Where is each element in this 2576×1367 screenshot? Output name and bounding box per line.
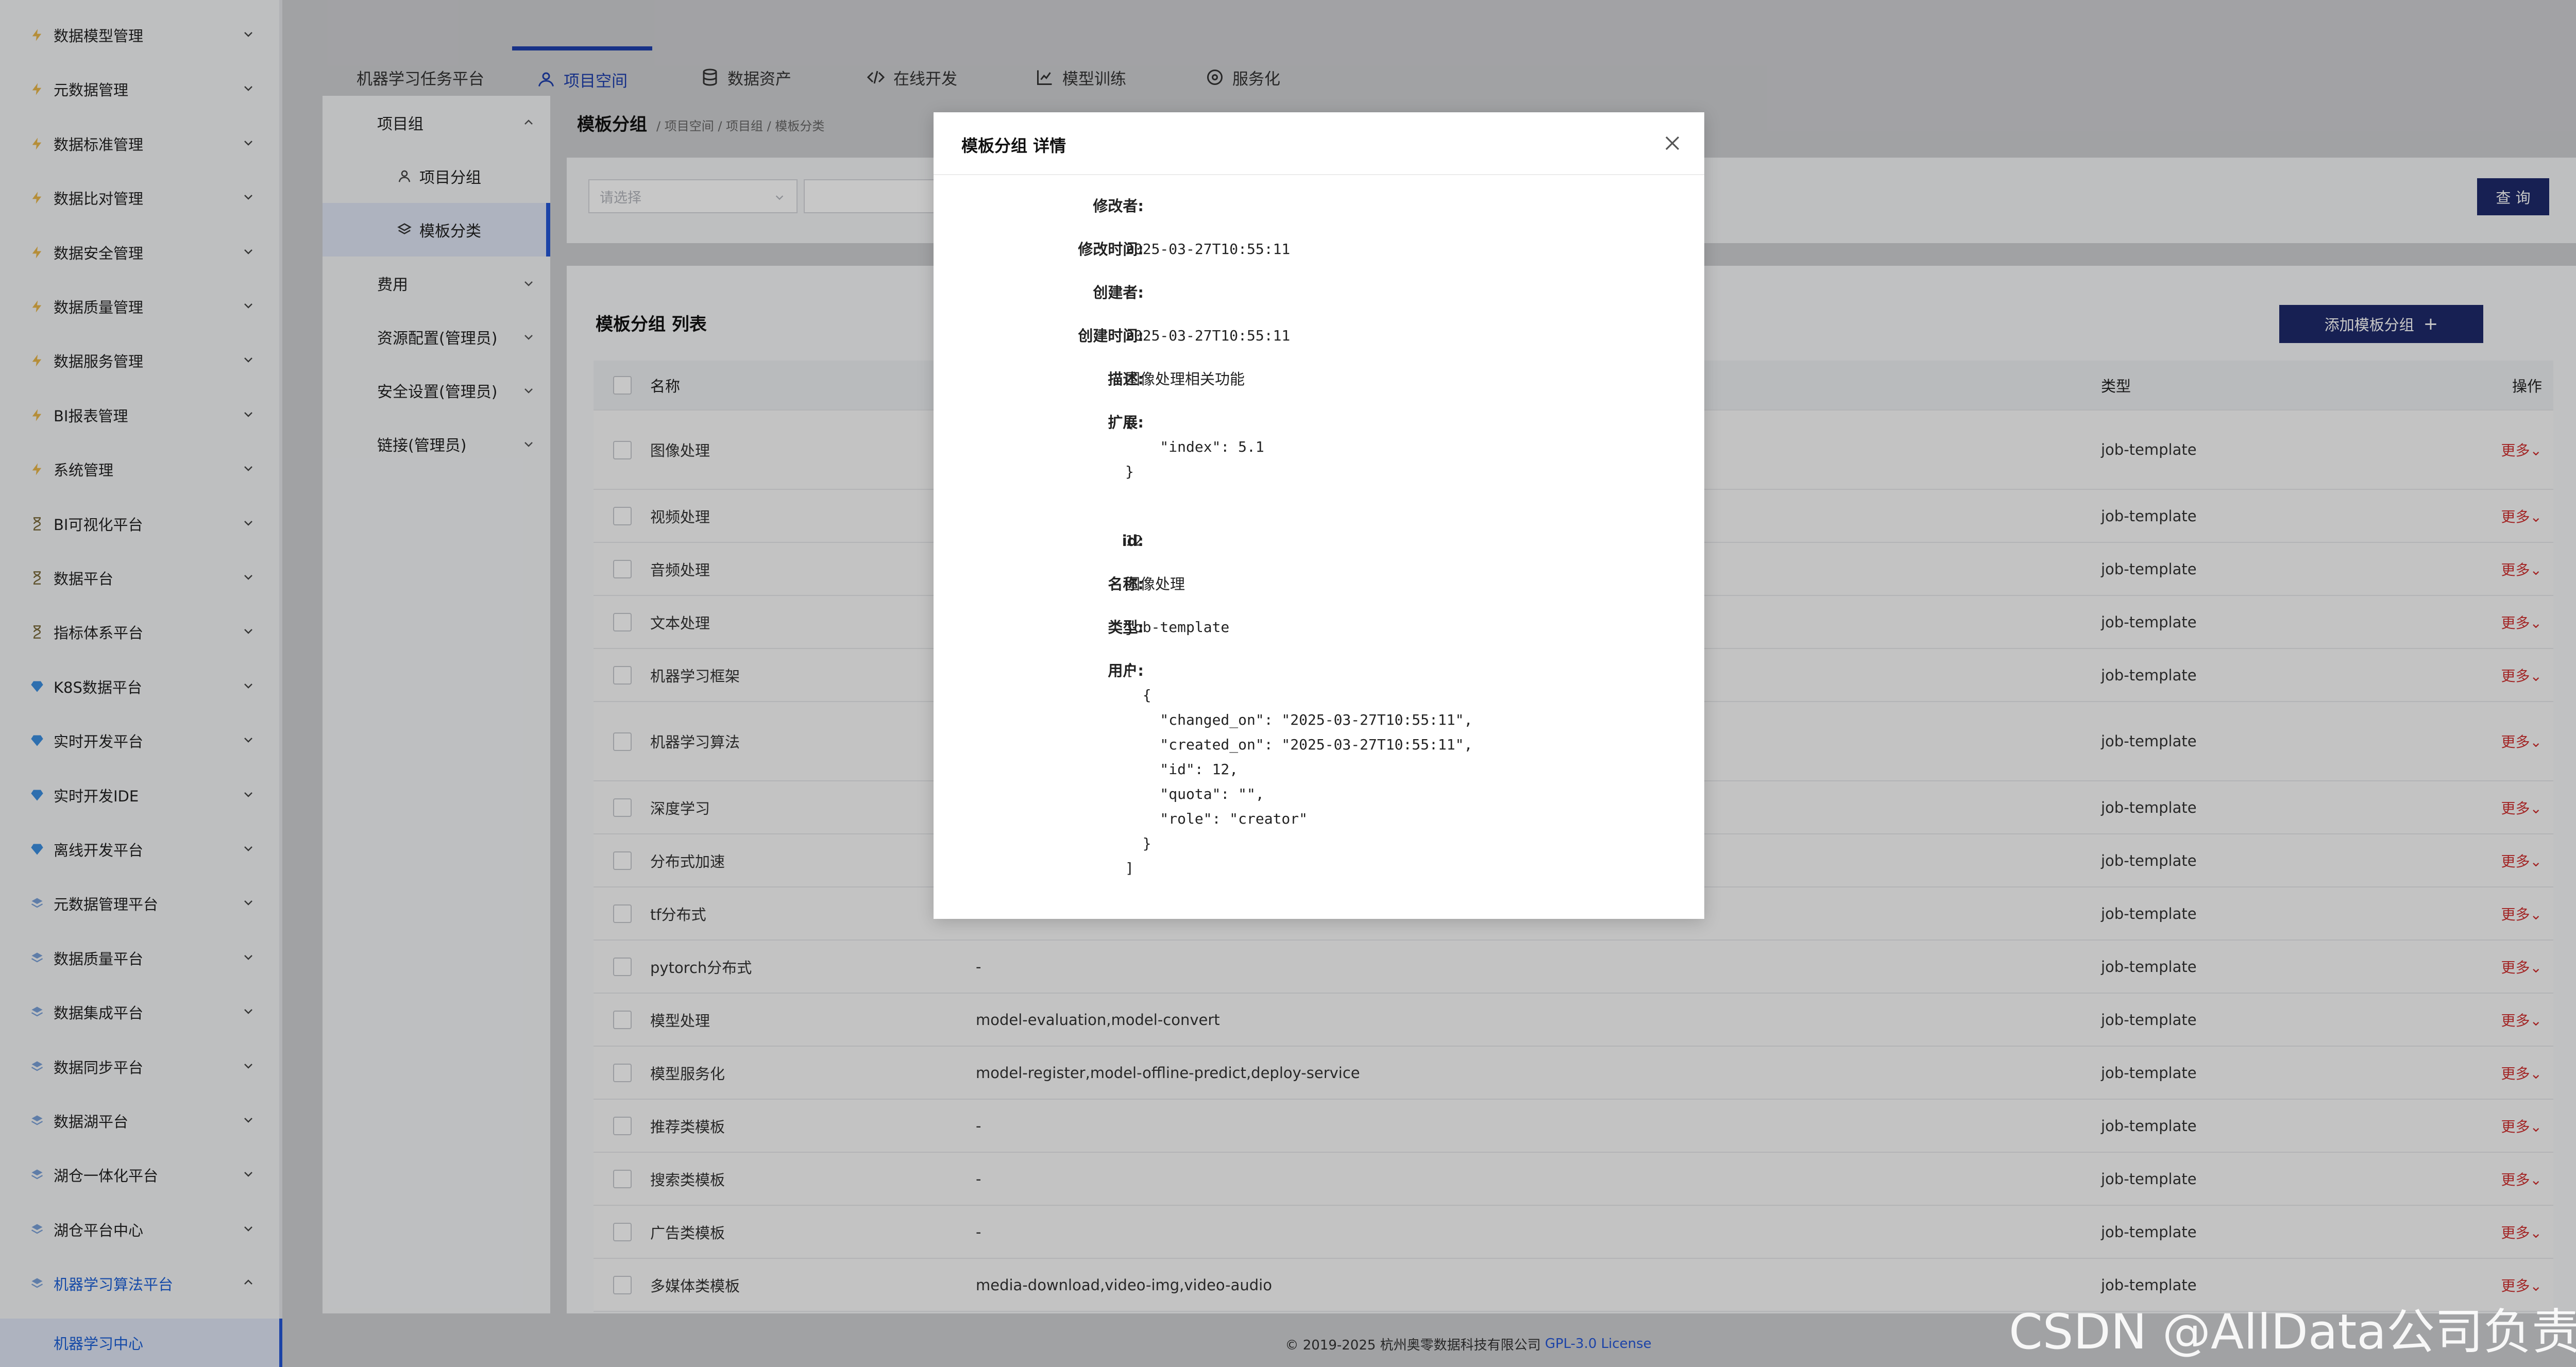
modal-header: 模板分组 详情 — [934, 112, 1704, 175]
close-icon[interactable] — [1660, 131, 1685, 156]
field-value: 12 — [1125, 532, 1143, 549]
modal-title: 模板分组 详情 — [961, 136, 1066, 156]
detail-modal: 模板分组 详情 修改者: 修改时间: 2025-03-27T10:55:11 创建者:… — [934, 112, 1704, 919]
csdn-watermark: CSDN @AllData公司负责人 — [2009, 1304, 2576, 1360]
field-value: job-template — [1125, 619, 1230, 636]
field-label: 修改者: — [1093, 197, 1144, 215]
field-value: 图像处理相关功能 — [1125, 370, 1245, 388]
field-value: [ { "changed_on": "2025-03-27T10:55:11",… — [1125, 662, 1473, 877]
field-label: 创建者: — [1093, 284, 1144, 301]
field-value: 2025-03-27T10:55:11 — [1125, 241, 1291, 258]
field-value: { "index": 5.1 } — [1125, 414, 1264, 480]
field-value: 图像处理 — [1125, 575, 1185, 593]
field-value: 2025-03-27T10:55:11 — [1125, 327, 1291, 344]
